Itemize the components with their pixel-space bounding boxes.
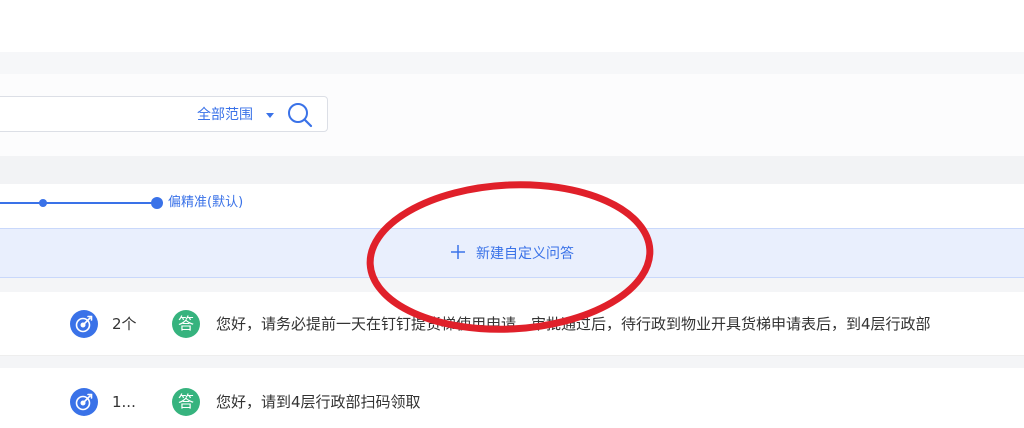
answer-badge: 答 — [172, 388, 200, 416]
search-input[interactable] — [0, 96, 328, 132]
precision-slider-label: 偏精准(默认) — [168, 195, 244, 210]
page: 全部范围 偏精准(默认) 新建自定义问答 2个 答 您好，请务必提前一天在钉钉提… — [0, 0, 1024, 428]
target-icon — [70, 388, 98, 416]
scope-select[interactable]: 全部范围 — [197, 106, 253, 124]
precision-slider-step[interactable] — [39, 199, 47, 207]
section-divider — [0, 156, 1024, 184]
search-icon[interactable] — [286, 101, 314, 129]
top-area — [0, 0, 1024, 52]
plus-icon — [451, 245, 465, 259]
header-band — [0, 52, 1024, 74]
list-gap — [0, 278, 1024, 292]
new-custom-qa-label: 新建自定义问答 — [476, 246, 574, 262]
answer-text: 您好，请务必提前一天在钉钉提货梯使用申请，审批通过后，待行政到物业开具货梯申请表… — [216, 315, 931, 333]
answer-badge: 答 — [172, 310, 200, 338]
qa-list-item[interactable] — [0, 368, 1024, 428]
answer-text: 您好，请到4层行政部扫码领取 — [216, 393, 421, 411]
list-gap — [0, 356, 1024, 368]
match-count: 1... — [112, 393, 136, 411]
target-icon — [70, 310, 98, 338]
precision-slider-track[interactable] — [0, 202, 157, 204]
match-count: 2个 — [112, 315, 137, 333]
caret-down-icon[interactable] — [266, 113, 274, 118]
precision-slider-handle[interactable] — [151, 197, 163, 209]
